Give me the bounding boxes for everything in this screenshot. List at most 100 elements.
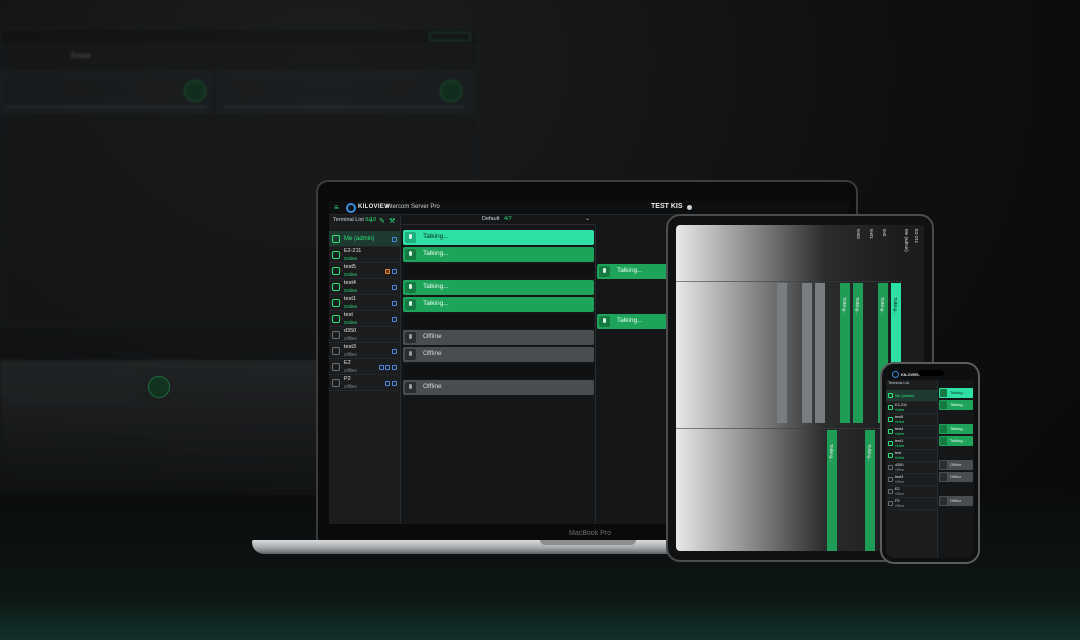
terminal-item[interactable]: E2-211 Online xyxy=(886,402,938,414)
kiloview-logo-icon xyxy=(346,203,356,213)
terminal-status: Online xyxy=(895,420,905,424)
terminal-name: test1 xyxy=(895,439,904,443)
terminal-item[interactable]: Me (admin) xyxy=(886,390,938,402)
terminal-name: E2-211 xyxy=(895,403,907,407)
terminal-status: Online xyxy=(895,444,905,448)
terminal-item[interactable]: test Online xyxy=(886,450,938,462)
group-label: Default xyxy=(482,216,500,222)
group-selector[interactable]: Default 4/7 ⌄ xyxy=(402,215,595,225)
channel-cell[interactable]: Talking... xyxy=(939,400,973,410)
terminal-name: test1 xyxy=(869,229,874,239)
terminal-item[interactable]: E2 Offline xyxy=(886,486,938,498)
terminal-name: test4 xyxy=(895,427,904,431)
terminal-status: Online xyxy=(344,256,358,261)
tools-icon[interactable]: ⚒ xyxy=(389,218,395,225)
channel-cell[interactable]: Talking... xyxy=(939,388,973,398)
terminal-status: Online xyxy=(344,288,358,293)
channel-cell[interactable]: Offline xyxy=(403,347,594,362)
app-name: Intercom Server Pro xyxy=(386,204,440,210)
terminal-name: test3 xyxy=(895,475,904,479)
terminal-item[interactable]: E2 Offline xyxy=(329,359,401,375)
terminal-name: P2 xyxy=(344,376,351,382)
channel-cell[interactable] xyxy=(802,283,812,423)
terminal-item[interactable]: test3 Offline xyxy=(886,474,938,486)
device-badge-icon xyxy=(392,269,397,274)
channel-cell[interactable]: Talking... xyxy=(939,424,973,434)
user-icon xyxy=(888,465,893,470)
channel-status: Talking... xyxy=(880,297,885,315)
mic-icon xyxy=(405,349,416,360)
terminal-list: Terminal List Me (admin) E2-211 Online t… xyxy=(886,380,938,558)
terminal-item[interactable]: test3 Offline xyxy=(329,343,401,359)
channel-status: Offline xyxy=(950,462,962,467)
channel-cell[interactable] xyxy=(815,283,825,423)
channel-status: Talking... xyxy=(829,444,834,462)
terminal-name: E2-211 xyxy=(344,248,362,254)
channel-cell[interactable]: Talking... xyxy=(403,280,594,295)
channel-cell[interactable]: Talking... xyxy=(403,247,594,262)
channel-cell[interactable]: Offline xyxy=(939,496,973,506)
channel-status: Offline xyxy=(950,498,962,503)
channel-cell[interactable] xyxy=(777,283,787,423)
background-window-title: Бонж xyxy=(71,51,91,60)
mic-icon xyxy=(405,232,416,243)
device-badge-icon xyxy=(392,349,397,354)
channel-status: Talking... xyxy=(617,317,643,324)
terminal-item[interactable]: P2 Offline xyxy=(329,375,401,391)
terminal-name: test3 xyxy=(344,344,356,350)
terminal-name: test xyxy=(344,312,353,318)
terminal-item[interactable]: d350 Offline xyxy=(886,462,938,474)
device-badge-icon xyxy=(385,365,390,370)
channel-cell[interactable]: Talking... xyxy=(853,283,863,423)
session-title: TEST KIS xyxy=(651,203,683,210)
terminal-item[interactable]: P2 Offline xyxy=(886,498,938,510)
terminal-status: Online xyxy=(344,272,358,277)
terminal-item[interactable]: test4 Online xyxy=(329,279,401,295)
terminal-name: P2 xyxy=(895,499,900,503)
mic-icon xyxy=(940,389,947,397)
user-icon xyxy=(332,331,340,339)
terminal-item[interactable]: test1 Online xyxy=(886,438,938,450)
channel-cell[interactable]: Talking... xyxy=(827,430,837,551)
channel-cell[interactable]: Talking... xyxy=(840,283,850,423)
edit-icon[interactable]: ✎ xyxy=(379,218,385,225)
channel-cell[interactable]: Offline xyxy=(403,330,594,345)
session-settings-icon[interactable] xyxy=(687,205,692,210)
terminal-name: test1 xyxy=(344,296,356,302)
channel-cell[interactable]: Offline xyxy=(403,380,594,395)
add-terminal-icon[interactable]: + xyxy=(369,218,373,225)
user-icon xyxy=(332,379,340,387)
channel-cell[interactable]: Talking... xyxy=(865,430,875,551)
channel-status: Talking... xyxy=(423,300,449,307)
channel-status: Talking... xyxy=(842,297,847,315)
terminal-name: E2 xyxy=(344,360,351,366)
terminal-name: test xyxy=(882,229,887,237)
channel-status: Talking... xyxy=(855,297,860,315)
channel-cell[interactable]: Offline xyxy=(939,460,973,470)
channel-cell[interactable]: Talking... xyxy=(939,436,973,446)
terminal-item[interactable]: Me (admin) xyxy=(329,231,401,247)
terminal-item[interactable]: test1 Online xyxy=(329,295,401,311)
terminal-item[interactable]: d350 Offline xyxy=(329,327,401,343)
menu-icon[interactable]: ≡ xyxy=(334,204,339,212)
mic-icon xyxy=(940,437,947,445)
background-mic-pill xyxy=(2,372,170,402)
terminal-status: Online xyxy=(344,304,358,309)
user-icon xyxy=(332,299,340,307)
terminal-item[interactable]: test Online xyxy=(329,311,401,327)
mic-icon xyxy=(940,401,947,409)
user-icon xyxy=(888,417,893,422)
terminal-item[interactable]: test5 Online xyxy=(329,263,401,279)
mic-icon xyxy=(940,425,947,433)
channel-cell[interactable]: Talking... xyxy=(403,230,594,245)
terminal-item[interactable]: test5 Online xyxy=(886,414,938,426)
channel-cell[interactable]: Talking... xyxy=(403,297,594,312)
channel-status: Offline xyxy=(423,333,442,340)
mic-icon xyxy=(405,282,416,293)
channel-cell[interactable]: Offline xyxy=(939,472,973,482)
mic-icon xyxy=(940,473,947,481)
terminal-item[interactable]: E2-211 Online xyxy=(329,247,401,263)
terminal-item[interactable]: test4 Online xyxy=(886,426,938,438)
background-card xyxy=(217,71,473,113)
terminal-list-title: Terminal List xyxy=(888,381,910,385)
